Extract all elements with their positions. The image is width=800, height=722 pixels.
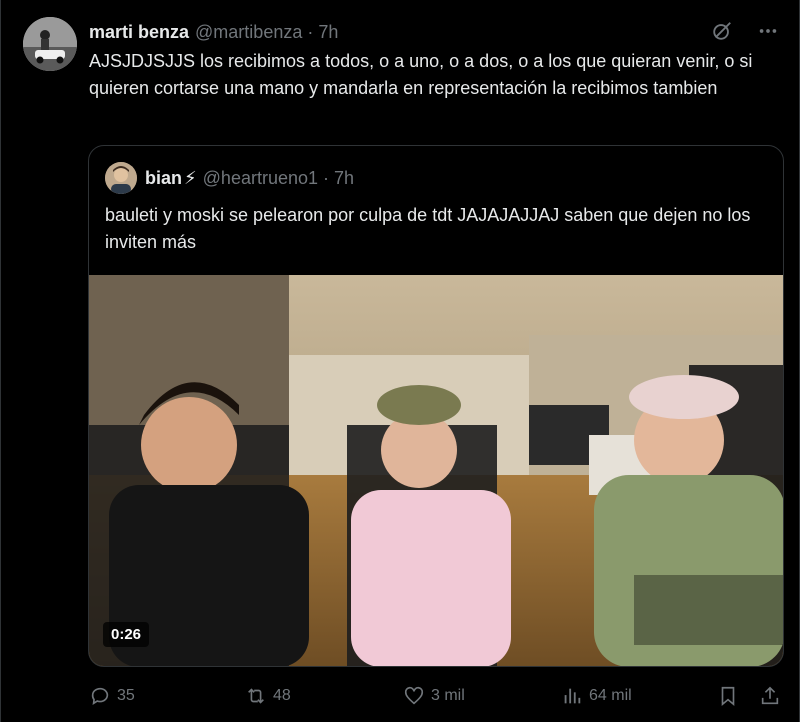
tweet-header: marti benza @martibenza · 7h	[89, 20, 338, 44]
tweet-article[interactable]: marti benza @martibenza · 7h AJSJDJSJJS …	[0, 0, 800, 722]
tweet-text: AJSJDJSJJS los recibimos a todos, o a un…	[89, 51, 753, 98]
views-count: 64 mil	[589, 687, 632, 704]
repost-count: 48	[273, 687, 291, 704]
reply-icon	[91, 687, 109, 705]
views-button[interactable]: 64 mil	[561, 685, 632, 707]
quote-separator-dot: ·	[323, 167, 330, 188]
views-icon	[564, 688, 581, 704]
quote-text: bauleti y moski se pelearon por culpa de…	[105, 205, 751, 252]
quote-avatar[interactable]	[105, 162, 137, 194]
bookmark-button[interactable]	[717, 685, 739, 707]
author-handle[interactable]: @martibenza	[195, 22, 302, 43]
video-thumbnail	[89, 275, 783, 666]
quote-time[interactable]: 7h	[334, 168, 354, 189]
video-duration: 0:26	[103, 622, 150, 647]
lightning-icon: ⚡	[184, 167, 197, 188]
quote-author-name[interactable]: bian	[145, 168, 182, 189]
like-icon	[404, 686, 424, 705]
grok-icon[interactable]	[709, 18, 735, 44]
action-bar: 35 48 3 mil 64 mil	[89, 680, 781, 712]
video-player[interactable]: 0:26	[89, 275, 783, 666]
quote-header: bian ⚡ @heartrueno1 · 7h	[105, 162, 354, 194]
author-name[interactable]: marti benza	[89, 22, 189, 43]
quote-author-handle[interactable]: @heartrueno1	[203, 168, 318, 189]
like-button[interactable]: 3 mil	[403, 685, 465, 707]
share-button[interactable]	[759, 685, 781, 707]
top-icons	[709, 18, 781, 44]
repost-icon	[248, 688, 264, 704]
more-icon[interactable]	[755, 18, 781, 44]
avatar[interactable]	[23, 17, 77, 71]
repost-button[interactable]: 48	[245, 685, 291, 707]
bookmark-icon	[721, 686, 735, 707]
reply-count: 35	[117, 687, 135, 704]
separator-dot: ·	[307, 21, 314, 42]
reply-button[interactable]: 35	[89, 685, 135, 707]
like-count: 3 mil	[431, 687, 465, 704]
tweet-time[interactable]: 7h	[318, 22, 338, 43]
quoted-tweet[interactable]: bian ⚡ @heartrueno1 · 7h bauleti y moski…	[88, 145, 784, 667]
share-icon	[761, 686, 779, 705]
